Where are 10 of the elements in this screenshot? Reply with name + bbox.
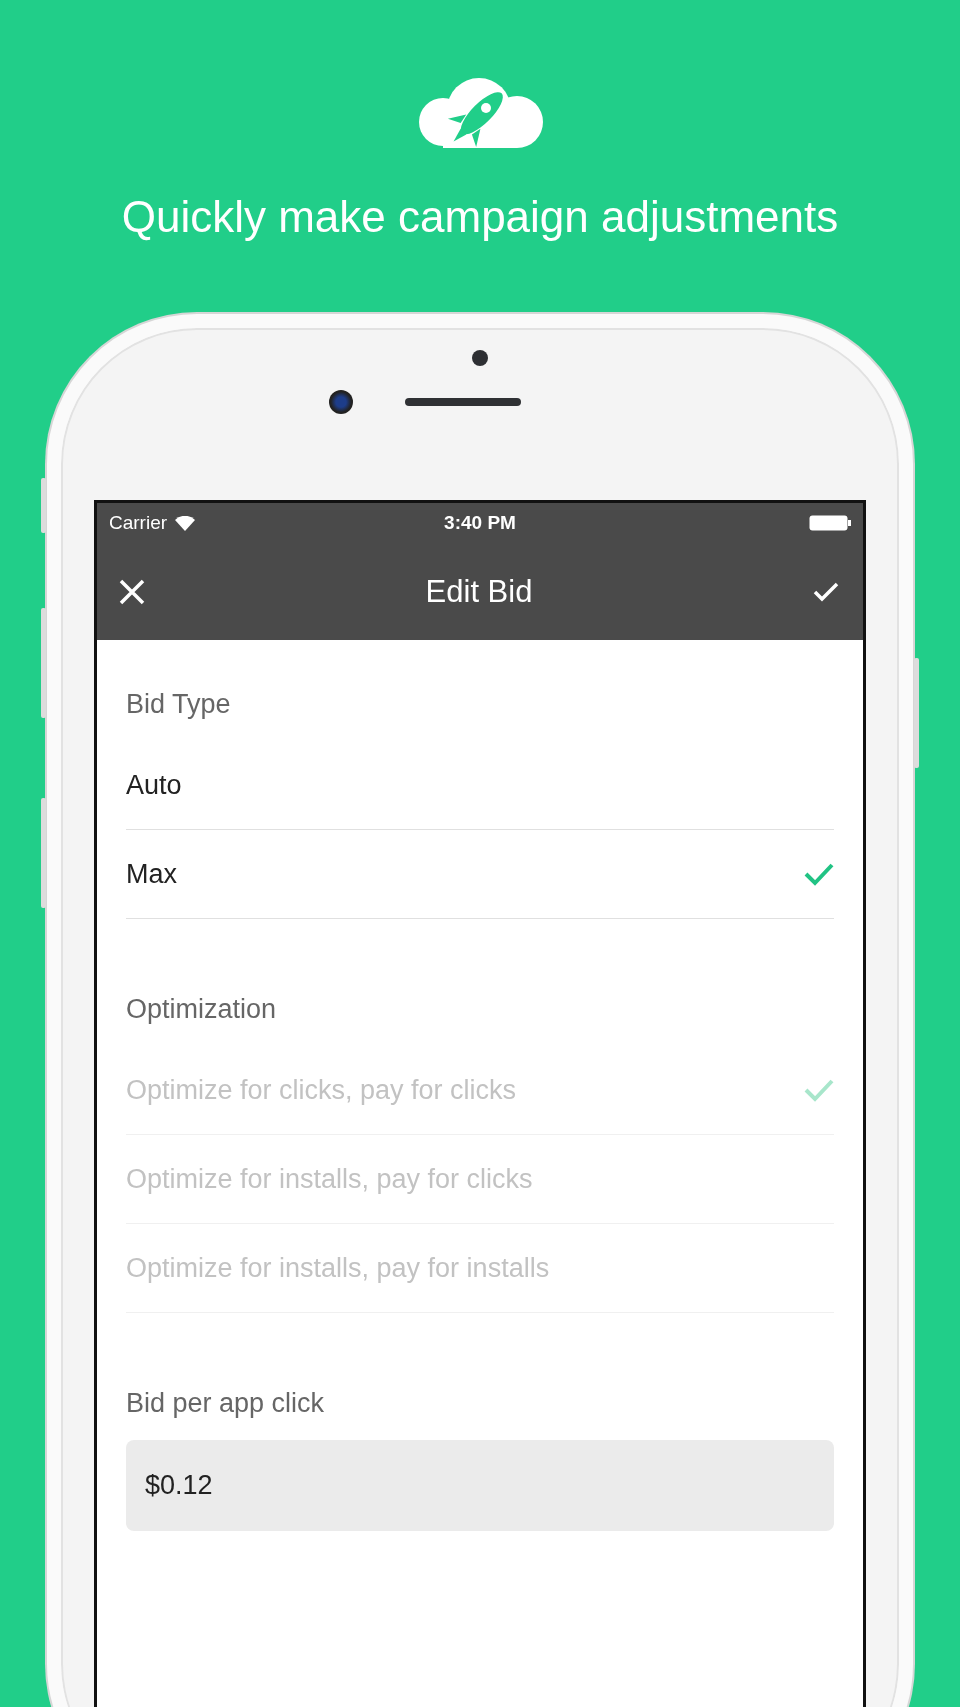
nav-title: Edit Bid — [425, 573, 533, 610]
bid-field[interactable]: $0.12 — [126, 1440, 834, 1531]
option-row[interactable]: Auto — [126, 741, 834, 830]
carrier-label: Carrier — [109, 512, 168, 534]
headline: Quickly make campaign adjustments — [121, 192, 839, 242]
section-label: Bid Type — [126, 688, 232, 721]
field-label: Bid per app click — [126, 1387, 326, 1420]
section-label: Optimization — [126, 993, 278, 1026]
option-row[interactable]: Max — [126, 830, 834, 919]
status-time: 3:40 PM — [444, 512, 516, 534]
